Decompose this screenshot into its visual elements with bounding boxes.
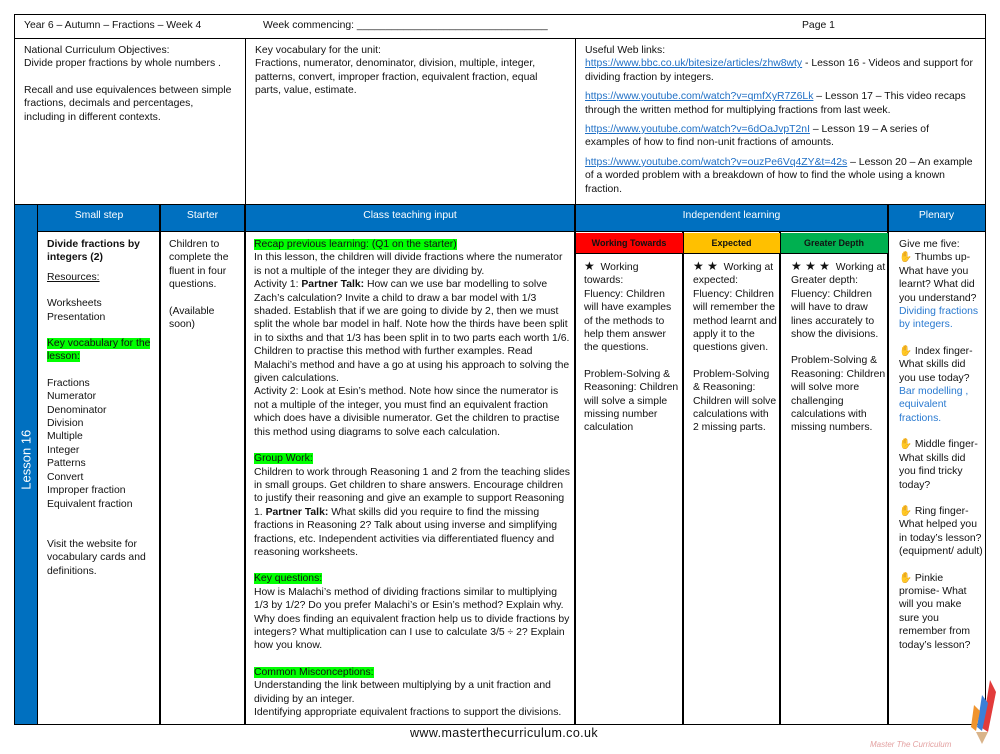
web-link[interactable]: https://www.youtube.com/watch?v=ouzPe6Vq… xyxy=(585,157,847,168)
week-commencing: Week commencing: _______________________… xyxy=(263,20,548,31)
small-step-cell: Divide fractions by integers (2) Resourc… xyxy=(47,238,157,578)
class-teaching-cell: Recap previous learning: (Q1 on the star… xyxy=(254,238,570,719)
header-independent: Independent learning xyxy=(682,210,781,221)
lesson-label: Lesson 16 xyxy=(18,429,34,490)
vocab-item: Multiple xyxy=(47,431,83,443)
group-work-text: Children to work through Reasoning 1 and… xyxy=(254,466,570,560)
vocab-item: Convert xyxy=(47,471,84,483)
header-class-teaching: Class teaching input xyxy=(363,210,457,221)
independent-greater-depth: ★ ★ ★ Working at Greater depth: Fluency:… xyxy=(791,259,886,435)
web-link[interactable]: https://www.youtube.com/watch?v=qmfXyR7Z… xyxy=(585,91,813,102)
resource-item: Presentation xyxy=(47,311,106,323)
plenary-item: ✋ Pinkie promise- What will you make sur… xyxy=(899,572,983,652)
plenary-item: ✋ Thumbs up- What have you learnt? What … xyxy=(899,251,983,331)
starter-cell: Children to complete the fluent in four … xyxy=(169,238,243,331)
small-step-title: Divide fractions by integers (2) xyxy=(47,239,140,264)
problem-solving-text: Problem-Solving & Reasoning: Children wi… xyxy=(584,368,679,434)
starter-note: (Available soon) xyxy=(169,305,215,331)
unit-vocab-cell: Key vocabulary for the unit: Fractions, … xyxy=(245,38,576,205)
divider xyxy=(682,232,684,724)
problem-solving-text: Problem-Solving & Reasoning: Children wi… xyxy=(693,368,777,434)
independent-expected: ★ ★ Working at expected: Fluency: Childr… xyxy=(693,259,777,435)
problem-solving-text: Problem-Solving & Reasoning: Children wi… xyxy=(791,355,886,434)
hand-icon: ✋ xyxy=(899,345,915,357)
logo: Master The Curriculum xyxy=(870,670,1000,750)
resource-item: Worksheets xyxy=(47,298,102,310)
fluency-text: Fluency: Children will remember the meth… xyxy=(693,288,777,354)
resources-heading: Resources: xyxy=(47,271,100,283)
divider xyxy=(779,232,781,724)
vocab-item: Equivalent fraction xyxy=(47,498,133,510)
plenary-answer: Dividing fractions by integers. xyxy=(899,306,979,331)
misconception: Identifying appropriate equivalent fract… xyxy=(254,707,562,718)
header-title: Year 6 – Autumn – Fractions – Week 4 xyxy=(24,20,202,31)
vocab-item: Denominator xyxy=(47,404,107,416)
links-heading: Useful Web links: xyxy=(585,45,666,56)
web-link[interactable]: https://www.bbc.co.uk/bitesize/articles/… xyxy=(585,58,802,69)
recap-heading: Recap previous learning: (Q1 on the star… xyxy=(254,239,457,250)
plenary-item: ✋ Index finger- What skills did you use … xyxy=(899,345,983,425)
hand-icon: ✋ xyxy=(899,505,915,517)
level-greater-depth: Greater Depth xyxy=(780,233,888,254)
partner-talk-label: Partner Talk: xyxy=(265,506,329,518)
lesson-vocab-list: Fractions Numerator Denominator Division Mul… xyxy=(47,377,157,511)
vocab-item: Numerator xyxy=(47,391,97,403)
objective: Recall and use equivalences between simp… xyxy=(24,84,232,123)
divider xyxy=(574,205,576,724)
level-working-towards: Working Towards xyxy=(575,233,683,254)
key-questions-text: How is Malachi’s method of dividing frac… xyxy=(254,586,570,652)
header-plenary: Plenary xyxy=(918,210,955,221)
header-starter: Starter xyxy=(186,210,219,221)
header-small-step: Small step xyxy=(74,210,124,221)
activity-1: Activity 1: Partner Talk: How can we use… xyxy=(254,278,570,385)
vocab-item: Improper fraction xyxy=(47,485,126,497)
intro-text: In this lesson, the children will divide… xyxy=(254,252,563,277)
page-number: Page 1 xyxy=(802,20,835,31)
vocab-item: Integer xyxy=(47,444,80,456)
hand-icon: ✋ xyxy=(899,439,915,451)
independent-working-towards: ★ Working towards: Fluency: Children wil… xyxy=(584,259,680,435)
activity-1-label: Activity 1: xyxy=(254,279,302,291)
hand-icon: ✋ xyxy=(899,252,915,264)
partner-talk-label: Partner Talk: xyxy=(301,279,365,291)
plenary-item: ✋ Ring finger- What helped you in today’… xyxy=(899,505,983,559)
web-link[interactable]: https://www.youtube.com/watch?v=6dOaJvpT… xyxy=(585,124,810,135)
star-icon: ★ ★ ★ xyxy=(791,259,830,273)
fluency-text: Fluency: Children will have examples of … xyxy=(584,288,672,354)
visit-website-note: Visit the website for vocabulary cards a… xyxy=(47,538,146,577)
unit-vocab-text: Fractions, numerator, denominator, divis… xyxy=(255,58,538,97)
divider xyxy=(244,205,246,724)
plenary-cell: Give me five: ✋ Thumbs up- What have you… xyxy=(899,238,983,652)
star-icon: ★ xyxy=(584,259,595,273)
misconceptions-heading: Common Misconceptions: xyxy=(254,666,374,678)
objective: Divide proper fractions by whole numbers… xyxy=(24,58,221,70)
plenary-item: ✋ Middle finger- What skills did you fin… xyxy=(899,438,983,492)
unit-vocab-heading: Key vocabulary for the unit: xyxy=(255,45,381,56)
links-cell: Useful Web links: https://www.bbc.co.uk/… xyxy=(575,38,986,205)
lesson-vocab-heading: Key vocabulary for the lesson: xyxy=(47,338,151,363)
hand-icon: ✋ xyxy=(899,572,915,584)
starter-text: Children to complete the fluent in four … xyxy=(169,239,229,291)
group-work-heading: Group Work: xyxy=(254,453,313,465)
star-icon: ★ ★ xyxy=(693,259,718,273)
vocab-item: Patterns xyxy=(47,458,86,470)
activity-2: Activity 2: Look at Esin’s method. Note … xyxy=(254,386,560,438)
misconception: Understanding the link between multiplyi… xyxy=(254,680,551,705)
objectives-heading: National Curriculum Objectives: xyxy=(24,45,170,56)
plenary-answer: Bar modelling , equivalent fractions. xyxy=(899,386,969,424)
level-expected: Expected xyxy=(683,233,780,254)
vocab-item: Fractions xyxy=(47,377,90,389)
logo-text: Master The Curriculum xyxy=(870,740,952,749)
key-questions-heading: Key questions: xyxy=(254,573,323,585)
fluency-text: Fluency: Children will have to draw line… xyxy=(791,288,879,341)
plenary-list: ✋ Thumbs up- What have you learnt? What … xyxy=(899,251,983,652)
vocab-item: Division xyxy=(47,418,84,430)
footer-website[interactable]: www.masterthecurriculum.co.uk xyxy=(410,726,598,740)
divider xyxy=(159,205,161,724)
plenary-question: Pinkie promise- What will you make sure … xyxy=(899,572,971,651)
objectives-cell: National Curriculum Objectives: Divide p… xyxy=(14,38,246,205)
divider xyxy=(887,205,889,724)
activity-1-text: How can we use bar modelling to solve Za… xyxy=(254,279,570,385)
plenary-intro: Give me five: xyxy=(899,239,960,250)
